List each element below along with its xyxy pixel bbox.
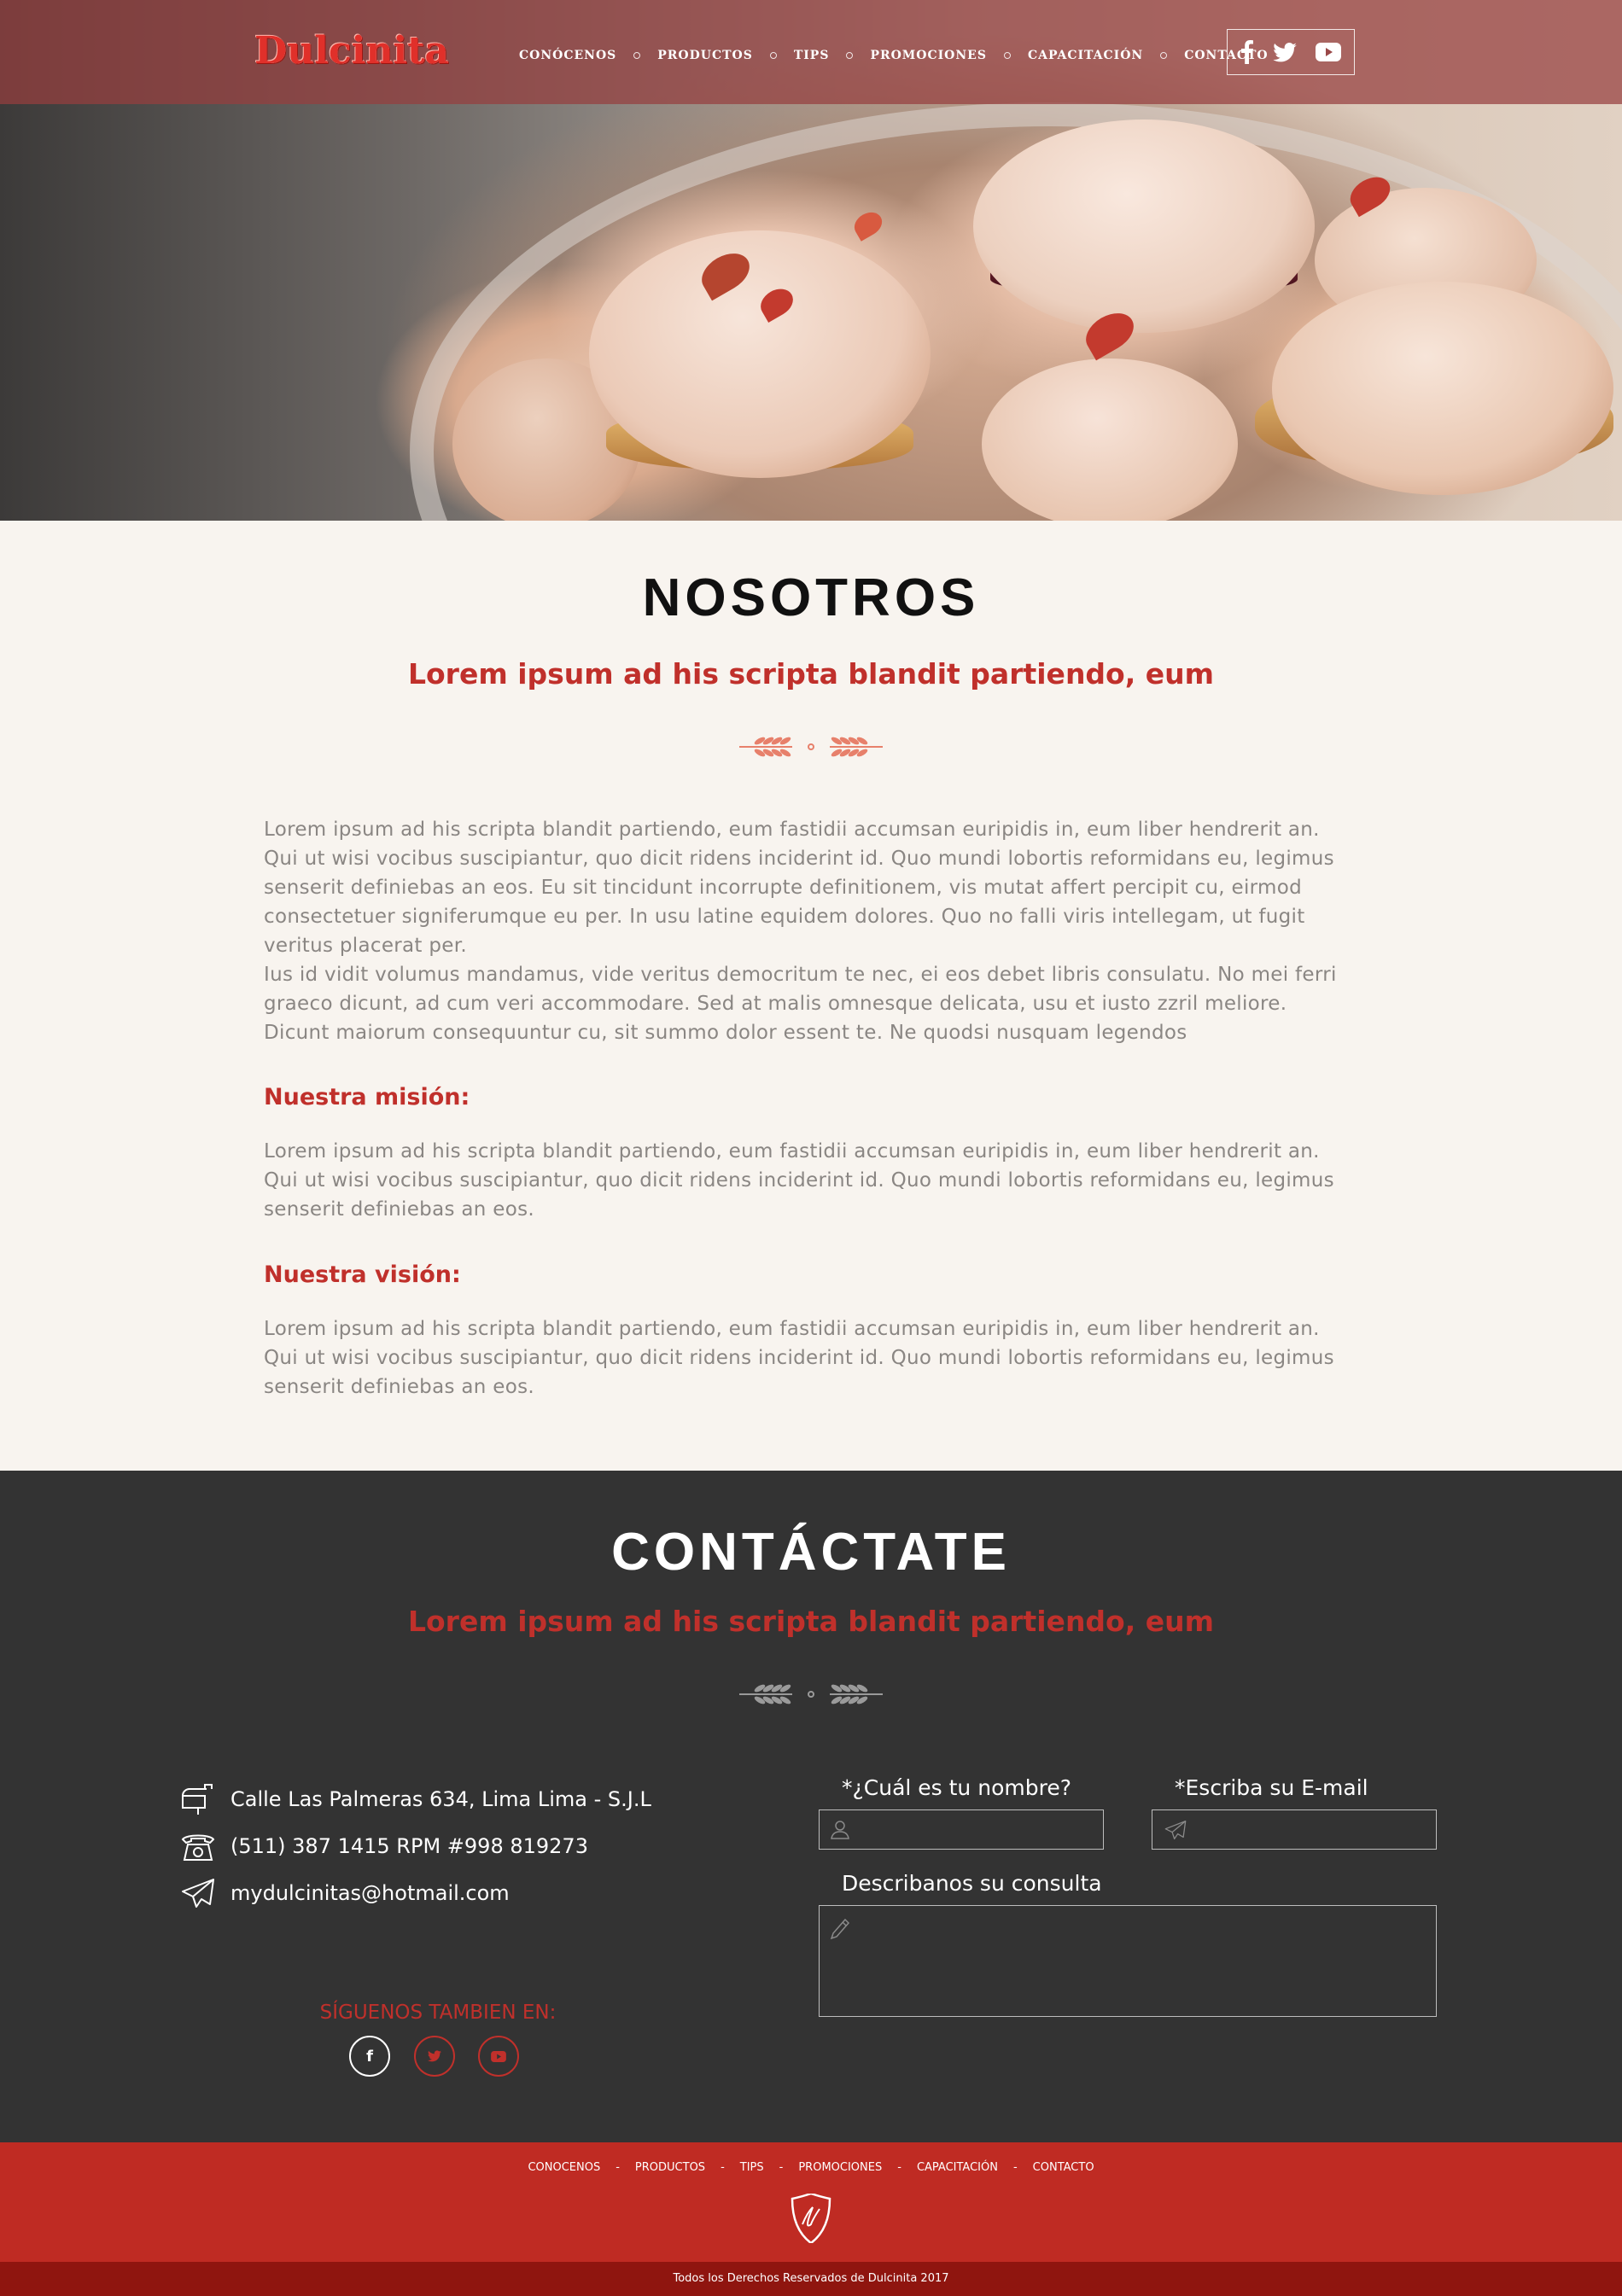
message-textarea[interactable]: [819, 1905, 1437, 2017]
pencil-icon: [830, 1918, 850, 1940]
macaron: [973, 119, 1315, 333]
wheat-ornament-icon: [739, 737, 883, 757]
nav-conocenos[interactable]: CONÓCENOS: [519, 49, 616, 62]
section-title: CONTÁCTATE: [611, 1523, 1011, 1582]
section-subtitle: Lorem ipsum ad his scripta blandit parti…: [407, 657, 1215, 691]
name-input[interactable]: [819, 1809, 1104, 1850]
nav-separator-dot: [633, 52, 641, 59]
nav-promociones[interactable]: PROMOCIONES: [870, 49, 987, 62]
wheat-ornament-icon: [739, 1684, 883, 1705]
name-label: *¿Cuál es tu nombre?: [842, 1775, 1071, 1800]
vision-heading: Nuestra visión:: [264, 1262, 461, 1288]
macaron: [982, 358, 1238, 521]
twitter-circle-icon[interactable]: [414, 2036, 455, 2077]
footer-nav-conocenos[interactable]: CONOCENOS: [528, 2161, 600, 2174]
contact-phone: (511) 387 1415 RPM #998 819273: [179, 1829, 588, 1863]
nav-separator-dot: [769, 52, 777, 59]
nav-productos[interactable]: PRODUCTOS: [657, 49, 753, 62]
footer-nav-separator: -: [721, 2161, 725, 2174]
header-social-links: [1227, 29, 1355, 75]
twitter-icon[interactable]: [1273, 42, 1297, 62]
youtube-icon[interactable]: [1316, 43, 1341, 61]
mission-heading: Nuestra misión:: [264, 1084, 470, 1110]
vision-text: Lorem ipsum ad his scripta blandit parti…: [264, 1318, 1334, 1398]
footer-nav-tips[interactable]: TIPS: [740, 2161, 764, 2174]
footer-nav-separator: -: [616, 2161, 620, 2174]
macaron: [1272, 282, 1613, 495]
nav-separator-dot: [1003, 52, 1011, 59]
email-text[interactable]: mydulcinitas@hotmail.com: [230, 1881, 510, 1905]
youtube-circle-icon[interactable]: [478, 2036, 519, 2077]
paper-plane-icon: [182, 1879, 214, 1908]
contact-address: Calle Las Palmeras 634, Lima Lima - S.J.…: [179, 1782, 651, 1816]
footer-nav-contacto[interactable]: CONTACTO: [1033, 2161, 1094, 2174]
footer-nav-separator: -: [897, 2161, 901, 2174]
about-section: NOSOTROS Lorem ipsum ad his scripta blan…: [0, 521, 1622, 1471]
phone-text: (511) 387 1415 RPM #998 819273: [230, 1834, 588, 1858]
facebook-icon[interactable]: [1240, 40, 1254, 64]
copyright-text: Todos los Derechos Reservados de Dulcini…: [0, 2262, 1622, 2296]
nav-separator-dot: [1160, 52, 1168, 59]
nav-capacitacion[interactable]: CAPACITACIÓN: [1028, 49, 1143, 62]
address-text: Calle Las Palmeras 634, Lima Lima - S.J.…: [230, 1787, 651, 1811]
section-title: NOSOTROS: [642, 568, 980, 627]
mailbox-icon: [182, 1784, 213, 1815]
site-footer: CONOCENOS - PRODUCTOS - TIPS - PROMOCION…: [0, 2142, 1622, 2262]
section-subtitle: Lorem ipsum ad his scripta blandit parti…: [407, 1605, 1215, 1638]
about-paragraph: Ius id vidit volumus mandamus, vide veri…: [264, 964, 1337, 1044]
macaron: [589, 230, 931, 478]
footer-nav-productos[interactable]: PRODUCTOS: [635, 2161, 705, 2174]
site-header: Dulcinita CONÓCENOS PRODUCTOS TIPS PROMO…: [0, 0, 1622, 104]
mission-text: Lorem ipsum ad his scripta blandit parti…: [264, 1140, 1334, 1221]
contact-email: mydulcinitas@hotmail.com: [179, 1876, 510, 1910]
footer-nav-separator: -: [779, 2161, 784, 2174]
main-nav: CONÓCENOS PRODUCTOS TIPS PROMOCIONES CAP…: [519, 47, 1269, 64]
nav-separator-dot: [846, 52, 854, 59]
contact-section: CONTÁCTATE Lorem ipsum ad his scripta bl…: [0, 1471, 1622, 2142]
follow-label: SÍGUENOS TAMBIEN EN:: [319, 2002, 557, 2024]
paper-plane-icon: [1164, 1820, 1187, 1840]
message-label: Describanos su consulta: [842, 1871, 1102, 1896]
user-icon: [831, 1821, 849, 1839]
nav-tips[interactable]: TIPS: [794, 49, 830, 62]
footer-nav: CONOCENOS - PRODUCTOS - TIPS - PROMOCION…: [0, 2161, 1622, 2174]
email-label: *Escriba su E-mail: [1175, 1775, 1368, 1800]
telephone-icon: [181, 1834, 215, 1861]
facebook-circle-icon[interactable]: f: [349, 2036, 390, 2077]
shield-logo-icon: [791, 2194, 831, 2243]
footer-nav-separator: -: [1012, 2161, 1018, 2174]
email-input[interactable]: [1152, 1809, 1437, 1850]
footer-nav-promociones[interactable]: PROMOCIONES: [798, 2161, 882, 2174]
footer-nav-capacitacion[interactable]: CAPACITACIÓN: [917, 2161, 998, 2174]
about-paragraph: Lorem ipsum ad his scripta blandit parti…: [264, 819, 1334, 957]
logo[interactable]: Dulcinita: [254, 29, 449, 73]
